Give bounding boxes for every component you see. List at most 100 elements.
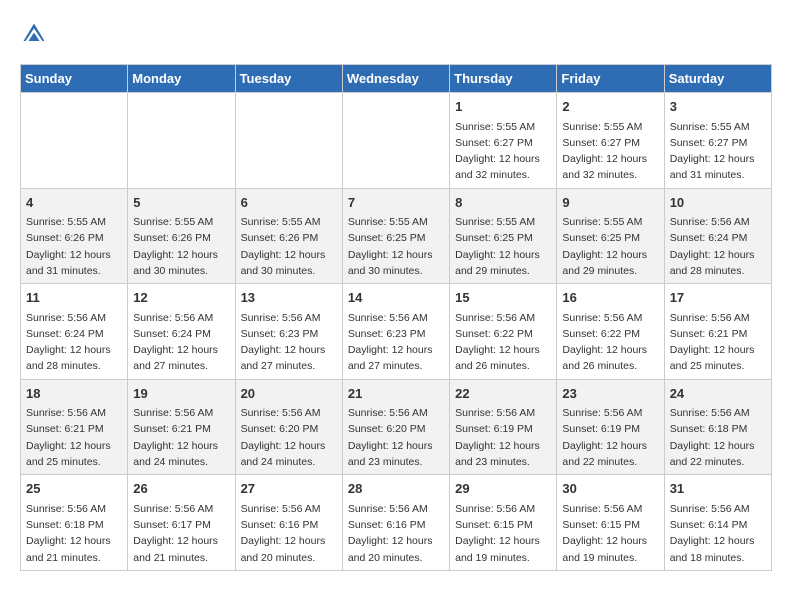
calendar-cell: 15Sunrise: 5:56 AMSunset: 6:22 PMDayligh… [450, 284, 557, 380]
day-info: Sunrise: 5:56 AMSunset: 6:20 PMDaylight:… [348, 405, 444, 470]
day-number: 4 [26, 193, 122, 213]
calendar-cell: 1Sunrise: 5:55 AMSunset: 6:27 PMDaylight… [450, 93, 557, 189]
day-info: Sunrise: 5:55 AMSunset: 6:25 PMDaylight:… [562, 214, 658, 279]
calendar-cell: 28Sunrise: 5:56 AMSunset: 6:16 PMDayligh… [342, 475, 449, 571]
calendar-cell: 27Sunrise: 5:56 AMSunset: 6:16 PMDayligh… [235, 475, 342, 571]
logo [20, 20, 52, 48]
day-info: Sunrise: 5:56 AMSunset: 6:21 PMDaylight:… [670, 310, 766, 375]
day-info: Sunrise: 5:56 AMSunset: 6:18 PMDaylight:… [670, 405, 766, 470]
day-number: 19 [133, 384, 229, 404]
calendar-cell: 21Sunrise: 5:56 AMSunset: 6:20 PMDayligh… [342, 379, 449, 475]
calendar-cell: 26Sunrise: 5:56 AMSunset: 6:17 PMDayligh… [128, 475, 235, 571]
day-info: Sunrise: 5:56 AMSunset: 6:23 PMDaylight:… [348, 310, 444, 375]
day-number: 28 [348, 479, 444, 499]
calendar-cell: 5Sunrise: 5:55 AMSunset: 6:26 PMDaylight… [128, 188, 235, 284]
calendar-cell [21, 93, 128, 189]
header-friday: Friday [557, 65, 664, 93]
calendar-cell: 11Sunrise: 5:56 AMSunset: 6:24 PMDayligh… [21, 284, 128, 380]
day-number: 9 [562, 193, 658, 213]
day-number: 6 [241, 193, 337, 213]
day-number: 13 [241, 288, 337, 308]
calendar-cell [128, 93, 235, 189]
calendar-cell: 29Sunrise: 5:56 AMSunset: 6:15 PMDayligh… [450, 475, 557, 571]
calendar-cell: 4Sunrise: 5:55 AMSunset: 6:26 PMDaylight… [21, 188, 128, 284]
day-number: 21 [348, 384, 444, 404]
calendar-cell: 14Sunrise: 5:56 AMSunset: 6:23 PMDayligh… [342, 284, 449, 380]
day-info: Sunrise: 5:56 AMSunset: 6:23 PMDaylight:… [241, 310, 337, 375]
header-thursday: Thursday [450, 65, 557, 93]
day-number: 31 [670, 479, 766, 499]
day-number: 16 [562, 288, 658, 308]
header-monday: Monday [128, 65, 235, 93]
calendar-cell: 20Sunrise: 5:56 AMSunset: 6:20 PMDayligh… [235, 379, 342, 475]
calendar-cell: 7Sunrise: 5:55 AMSunset: 6:25 PMDaylight… [342, 188, 449, 284]
calendar-week-row: 1Sunrise: 5:55 AMSunset: 6:27 PMDaylight… [21, 93, 772, 189]
day-number: 8 [455, 193, 551, 213]
day-info: Sunrise: 5:55 AMSunset: 6:26 PMDaylight:… [26, 214, 122, 279]
day-info: Sunrise: 5:56 AMSunset: 6:22 PMDaylight:… [562, 310, 658, 375]
day-info: Sunrise: 5:56 AMSunset: 6:19 PMDaylight:… [455, 405, 551, 470]
day-number: 26 [133, 479, 229, 499]
day-info: Sunrise: 5:56 AMSunset: 6:24 PMDaylight:… [133, 310, 229, 375]
day-info: Sunrise: 5:56 AMSunset: 6:21 PMDaylight:… [26, 405, 122, 470]
day-info: Sunrise: 5:55 AMSunset: 6:27 PMDaylight:… [562, 119, 658, 184]
day-info: Sunrise: 5:56 AMSunset: 6:14 PMDaylight:… [670, 501, 766, 566]
day-number: 12 [133, 288, 229, 308]
day-number: 15 [455, 288, 551, 308]
day-info: Sunrise: 5:56 AMSunset: 6:21 PMDaylight:… [133, 405, 229, 470]
day-info: Sunrise: 5:56 AMSunset: 6:16 PMDaylight:… [348, 501, 444, 566]
calendar-week-row: 18Sunrise: 5:56 AMSunset: 6:21 PMDayligh… [21, 379, 772, 475]
day-number: 18 [26, 384, 122, 404]
day-info: Sunrise: 5:55 AMSunset: 6:25 PMDaylight:… [455, 214, 551, 279]
calendar-week-row: 4Sunrise: 5:55 AMSunset: 6:26 PMDaylight… [21, 188, 772, 284]
day-info: Sunrise: 5:56 AMSunset: 6:22 PMDaylight:… [455, 310, 551, 375]
calendar-cell: 23Sunrise: 5:56 AMSunset: 6:19 PMDayligh… [557, 379, 664, 475]
calendar-cell: 19Sunrise: 5:56 AMSunset: 6:21 PMDayligh… [128, 379, 235, 475]
calendar-cell: 13Sunrise: 5:56 AMSunset: 6:23 PMDayligh… [235, 284, 342, 380]
day-number: 25 [26, 479, 122, 499]
calendar-cell: 8Sunrise: 5:55 AMSunset: 6:25 PMDaylight… [450, 188, 557, 284]
day-info: Sunrise: 5:55 AMSunset: 6:27 PMDaylight:… [455, 119, 551, 184]
day-number: 10 [670, 193, 766, 213]
day-number: 27 [241, 479, 337, 499]
day-number: 5 [133, 193, 229, 213]
calendar-week-row: 25Sunrise: 5:56 AMSunset: 6:18 PMDayligh… [21, 475, 772, 571]
day-info: Sunrise: 5:56 AMSunset: 6:15 PMDaylight:… [562, 501, 658, 566]
calendar-cell: 25Sunrise: 5:56 AMSunset: 6:18 PMDayligh… [21, 475, 128, 571]
logo-icon [20, 20, 48, 48]
calendar-cell: 12Sunrise: 5:56 AMSunset: 6:24 PMDayligh… [128, 284, 235, 380]
day-number: 30 [562, 479, 658, 499]
calendar-cell [342, 93, 449, 189]
day-info: Sunrise: 5:56 AMSunset: 6:24 PMDaylight:… [670, 214, 766, 279]
day-info: Sunrise: 5:55 AMSunset: 6:25 PMDaylight:… [348, 214, 444, 279]
day-info: Sunrise: 5:55 AMSunset: 6:26 PMDaylight:… [133, 214, 229, 279]
day-number: 11 [26, 288, 122, 308]
day-info: Sunrise: 5:56 AMSunset: 6:17 PMDaylight:… [133, 501, 229, 566]
calendar-cell: 16Sunrise: 5:56 AMSunset: 6:22 PMDayligh… [557, 284, 664, 380]
page-header [20, 20, 772, 48]
day-info: Sunrise: 5:56 AMSunset: 6:15 PMDaylight:… [455, 501, 551, 566]
calendar-cell: 9Sunrise: 5:55 AMSunset: 6:25 PMDaylight… [557, 188, 664, 284]
day-info: Sunrise: 5:56 AMSunset: 6:24 PMDaylight:… [26, 310, 122, 375]
calendar-cell: 24Sunrise: 5:56 AMSunset: 6:18 PMDayligh… [664, 379, 771, 475]
day-number: 22 [455, 384, 551, 404]
calendar-cell: 30Sunrise: 5:56 AMSunset: 6:15 PMDayligh… [557, 475, 664, 571]
day-number: 23 [562, 384, 658, 404]
day-number: 1 [455, 97, 551, 117]
calendar-cell: 31Sunrise: 5:56 AMSunset: 6:14 PMDayligh… [664, 475, 771, 571]
header-tuesday: Tuesday [235, 65, 342, 93]
day-info: Sunrise: 5:56 AMSunset: 6:16 PMDaylight:… [241, 501, 337, 566]
day-number: 24 [670, 384, 766, 404]
calendar-header-row: SundayMondayTuesdayWednesdayThursdayFrid… [21, 65, 772, 93]
calendar-cell: 10Sunrise: 5:56 AMSunset: 6:24 PMDayligh… [664, 188, 771, 284]
day-number: 3 [670, 97, 766, 117]
day-number: 2 [562, 97, 658, 117]
day-info: Sunrise: 5:56 AMSunset: 6:19 PMDaylight:… [562, 405, 658, 470]
calendar-cell: 17Sunrise: 5:56 AMSunset: 6:21 PMDayligh… [664, 284, 771, 380]
calendar-cell: 6Sunrise: 5:55 AMSunset: 6:26 PMDaylight… [235, 188, 342, 284]
day-info: Sunrise: 5:56 AMSunset: 6:20 PMDaylight:… [241, 405, 337, 470]
header-sunday: Sunday [21, 65, 128, 93]
calendar-table: SundayMondayTuesdayWednesdayThursdayFrid… [20, 64, 772, 571]
day-number: 14 [348, 288, 444, 308]
calendar-cell [235, 93, 342, 189]
